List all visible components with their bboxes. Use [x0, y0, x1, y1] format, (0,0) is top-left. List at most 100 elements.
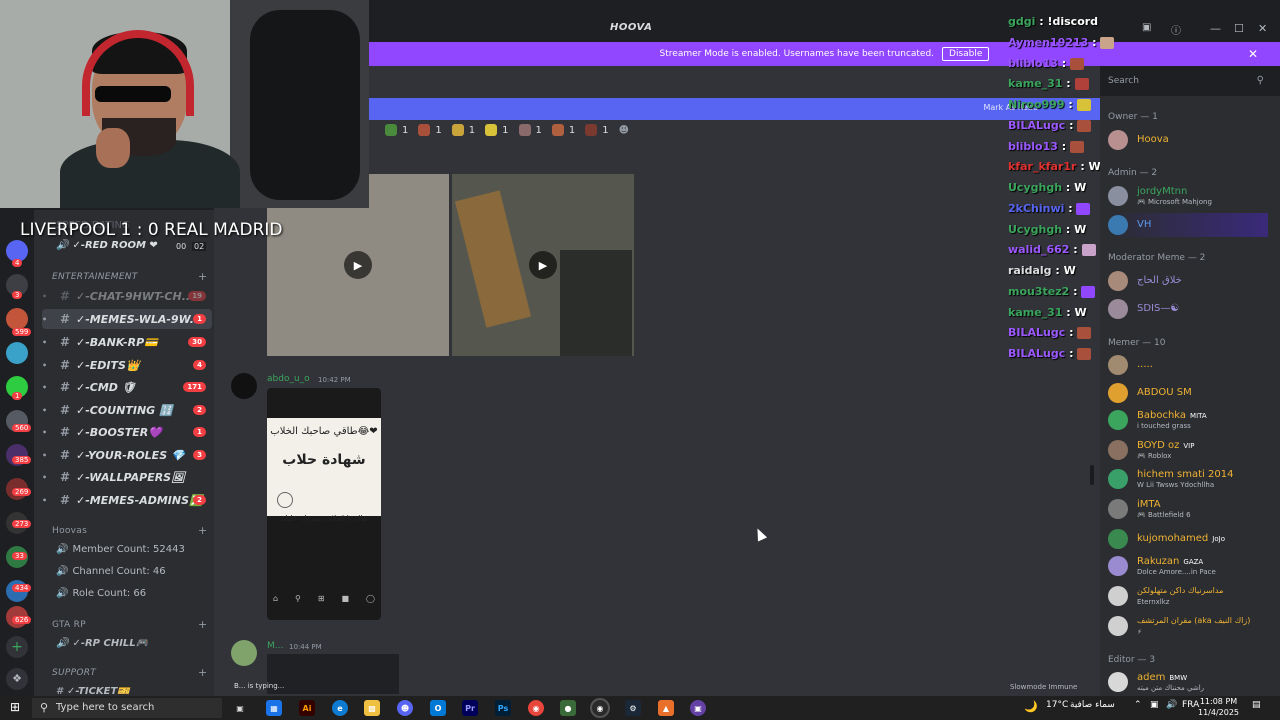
reaction[interactable]: 1 [385, 124, 408, 136]
windows-start-icon[interactable]: ⊞ [10, 700, 20, 714]
category-gta-rp[interactable]: GTA RP [52, 620, 86, 630]
avatar [1108, 215, 1128, 235]
member-item[interactable]: Rakuzan GAZA Dolce Amore....in Pace [1108, 554, 1273, 578]
banner-close-icon[interactable]: ✕ [1248, 47, 1258, 61]
stat-role-count[interactable]: 🔊 Role Count: 66 [56, 588, 146, 599]
reaction[interactable]: 1 [585, 124, 609, 136]
photoshop-icon[interactable]: Ps [495, 700, 511, 716]
stream-chat-line: BILALugc : [1008, 326, 1092, 339]
reaction[interactable]: 1 [451, 124, 475, 136]
channel-item[interactable]: • # ✓-MEMES-ADMINS❎ 2 [42, 490, 212, 510]
task-view-icon[interactable]: ▣ [232, 700, 248, 716]
avatar [1108, 410, 1128, 430]
premiere-icon[interactable]: Pr [462, 700, 478, 716]
channel-item[interactable]: • # ✓-COUNTING 🔢 2 [42, 400, 212, 420]
add-channel-icon[interactable]: + [198, 270, 207, 283]
avatar[interactable] [231, 373, 257, 399]
category-entertainment[interactable]: ENTERTAINEMENT [52, 272, 138, 282]
voice-channel-rp-chill[interactable]: 🔊 ✓-RP CHILL🎮 [56, 638, 148, 649]
app-icon[interactable]: ▲ [658, 700, 674, 716]
app-icon[interactable]: ● [560, 700, 576, 716]
member-item[interactable]: مداسرنياك داكن متهلولكن Eternxlkz [1108, 584, 1273, 608]
channel-item[interactable]: • # ✓-BOOSTER💜 1 [42, 422, 212, 442]
taskbar-search-input[interactable]: ⚲ Type here to search [32, 698, 222, 718]
member-item[interactable]: ..... [1108, 353, 1273, 377]
server-icon[interactable] [6, 308, 28, 330]
inbox-icon[interactable]: ▣ [1142, 22, 1151, 33]
stat-channel-count[interactable]: 🔊 Channel Count: 46 [56, 566, 166, 577]
illustrator-icon[interactable]: Ai [299, 700, 315, 716]
category-support[interactable]: SUPPORT [52, 668, 96, 678]
system-clock[interactable]: 11:08 PM 11/4/2025 [1198, 696, 1239, 718]
video-attachment[interactable]: ▶ [452, 174, 634, 356]
chrome-icon[interactable]: ◉ [528, 700, 544, 716]
reaction[interactable]: 1 [518, 124, 542, 136]
add-server-icon[interactable]: + [6, 636, 28, 658]
discord-taskbar-icon[interactable]: ☻ [397, 700, 413, 716]
disable-streamer-button[interactable]: Disable [942, 47, 990, 61]
channel-item[interactable]: • # ✓-CMD 🛡 171 [42, 377, 212, 397]
channel-badge: 2 [193, 495, 206, 505]
server-icon[interactable] [6, 342, 28, 364]
reaction[interactable]: 1 [418, 124, 442, 136]
minimize-button[interactable]: — [1210, 22, 1221, 35]
member-item[interactable]: مقران المرتشف (aka زاك النيف) ⚡ [1108, 614, 1273, 638]
add-reaction-icon[interactable]: ☻ [619, 124, 629, 136]
play-icon[interactable]: ▶ [344, 251, 372, 279]
store-icon[interactable]: ▦ [266, 700, 282, 716]
search-input[interactable]: Search ⚲ [1104, 72, 1270, 92]
voice-channel-red-room[interactable]: 🔊 ✓-RED ROOM ❤ [56, 240, 158, 251]
twitch-studio-icon[interactable]: ▣ [690, 700, 706, 716]
new-messages-bar[interactable]: Mark As Read [369, 98, 1100, 120]
weather-temp[interactable]: 17°C [1046, 700, 1068, 710]
channel-item[interactable]: • # ✓-WALLPAPERS🖼 [42, 467, 212, 487]
message-author[interactable]: M... [267, 641, 283, 651]
member-item[interactable]: VH [1108, 213, 1268, 237]
category-hoovas[interactable]: Hoovas [52, 526, 87, 536]
reaction[interactable]: 1 [551, 124, 575, 136]
member-item[interactable]: خلاق الحاج [1108, 269, 1273, 293]
member-item[interactable]: ABDOU SM [1108, 381, 1273, 405]
channel-item[interactable]: • # ✓-BANK-RP💳 30 [42, 332, 212, 352]
outlook-icon[interactable]: O [430, 700, 446, 716]
network-icon[interactable]: ▣ [1150, 700, 1159, 710]
file-explorer-icon[interactable]: ▩ [364, 700, 380, 716]
member-item[interactable]: SDIS—☯ [1108, 297, 1273, 321]
attachment-preview[interactable] [267, 654, 399, 694]
notifications-icon[interactable]: ▤ [1252, 700, 1261, 710]
member-item[interactable]: hichem smati 2014 W Lii Twsws Ydochllha [1108, 467, 1273, 491]
add-channel-icon[interactable]: + [198, 524, 207, 537]
member-item[interactable]: Babochka MITA i touched grass [1108, 408, 1273, 432]
maximize-button[interactable]: ☐ [1234, 22, 1244, 35]
tray-chevron-icon[interactable]: ⌃ [1134, 700, 1142, 710]
avatar[interactable] [231, 640, 257, 666]
hash-icon: # [60, 380, 71, 394]
volume-icon[interactable]: 🔊 [1166, 700, 1177, 710]
language-indicator[interactable]: FRA [1182, 700, 1199, 710]
member-item[interactable]: jordyMtnn 🎮 Microsoft Mahjong [1108, 184, 1273, 208]
help-icon[interactable]: ⓘ [1171, 22, 1181, 37]
add-channel-icon[interactable]: + [198, 618, 207, 631]
close-button[interactable]: ✕ [1258, 22, 1267, 35]
member-item[interactable]: kujomohamed JoJo [1108, 527, 1273, 551]
explore-icon[interactable]: ❖ [6, 668, 28, 690]
scrollbar-thumb[interactable] [1090, 465, 1094, 485]
message-author[interactable]: abdo_u_o [267, 374, 310, 384]
member-item[interactable]: BOYD oz VIP 🎮 Roblox [1108, 438, 1273, 462]
member-item[interactable]: Hoova [1108, 128, 1273, 152]
edge-icon[interactable]: e [332, 700, 348, 716]
play-icon[interactable]: ▶ [529, 251, 557, 279]
image-attachment[interactable]: طاقي صاحبك الخلاب😂❤ شهادة حلاب هاك يا لح… [267, 388, 381, 620]
channel-item[interactable]: • # ✓-MEMES-WLA-9W... 1 [42, 309, 212, 329]
steam-icon[interactable]: ⚙ [625, 700, 641, 716]
add-channel-icon[interactable]: + [198, 666, 207, 679]
weather-text[interactable]: سماء صافية [1070, 700, 1115, 710]
channel-item[interactable]: • # ✓-CHAT-9HWT-CH... 19 [42, 286, 212, 306]
member-item[interactable]: adem BMW راشي محنناك متن ميته [1108, 670, 1273, 694]
channel-item[interactable]: • # ✓-EDITS👑 4 [42, 355, 212, 375]
reaction[interactable]: 1 [485, 124, 509, 136]
stat-member-count[interactable]: 🔊 Member Count: 52443 [56, 544, 185, 555]
obs-icon[interactable]: ◉ [592, 700, 608, 716]
member-item[interactable]: iMTA 🎮 Battlefield 6 [1108, 497, 1273, 521]
channel-item[interactable]: • # ✓-YOUR-ROLES 💎 3 [42, 445, 212, 465]
